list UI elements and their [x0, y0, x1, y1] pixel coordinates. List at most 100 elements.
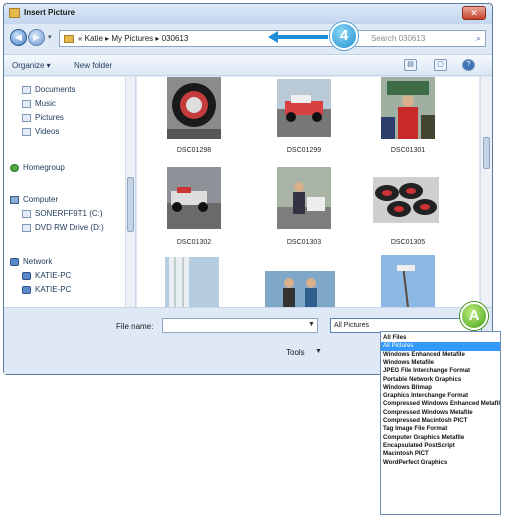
network-icon	[10, 257, 19, 266]
nav-item-label: Pictures	[35, 113, 64, 122]
nav-item-documents[interactable]: Documents	[22, 85, 75, 94]
file-type-option[interactable]: Windows Bitmap	[381, 384, 500, 392]
file-name-label: DSC01302	[176, 239, 212, 246]
file-type-option-selected[interactable]: All Pictures	[381, 342, 500, 351]
file-thumbnail-4[interactable]	[167, 167, 221, 229]
file-thumbnail-8[interactable]	[265, 271, 335, 307]
word-icon	[9, 8, 20, 18]
nav-item-label: DVD RW Drive (D:)	[35, 223, 104, 232]
file-thumbnail-7[interactable]	[165, 257, 219, 307]
music-icon	[22, 99, 31, 108]
file-list: DSC01298 DSC01299 DSC01301 DSC01302 DSC0…	[137, 77, 479, 307]
nav-item-music[interactable]: Music	[22, 99, 56, 108]
nav-item-drive-d[interactable]: DVD RW Drive (D:)	[22, 223, 104, 232]
file-thumbnail-3[interactable]	[381, 77, 435, 139]
nav-scrollbar[interactable]	[125, 77, 135, 307]
file-name-label: DSC01298	[176, 147, 212, 154]
breadcrumb[interactable]: « Katie ▸ My Pictures ▸ 030613	[78, 34, 188, 43]
toolbar: Organize ▾ New folder ▤ ▢ ?	[4, 54, 492, 76]
file-name-dropdown-icon[interactable]: ▼	[308, 321, 315, 328]
file-name-label: DSC01301	[390, 147, 426, 154]
file-thumbnail-6[interactable]	[373, 177, 439, 223]
file-type-option[interactable]: Compressed Windows Enhanced Metafile	[381, 400, 500, 408]
file-type-option[interactable]: Windows Metafile	[381, 359, 500, 367]
file-type-option[interactable]: Windows Enhanced Metafile	[381, 351, 500, 359]
drive-icon	[22, 209, 31, 218]
nav-item-label: KATIE-PC	[35, 285, 72, 294]
nav-item-label: Music	[35, 99, 56, 108]
nav-item-homegroup[interactable]: Homegroup	[10, 163, 65, 172]
file-type-option[interactable]: Compressed Macintosh PICT	[381, 417, 500, 425]
file-list-scrollbar[interactable]	[480, 77, 492, 307]
nav-item-label: Videos	[35, 127, 60, 136]
file-thumbnail-9[interactable]	[381, 255, 435, 307]
preview-pane-icon[interactable]: ▢	[434, 59, 447, 71]
file-type-option[interactable]: Tag Image File Format	[381, 425, 500, 433]
file-type-option[interactable]: Computer Graphics Metafile	[381, 434, 500, 442]
file-name-label: File name:	[116, 322, 154, 331]
help-icon[interactable]: ?	[462, 59, 475, 71]
file-type-dropdown-list: All Files All Pictures Windows Enhanced …	[380, 331, 501, 515]
nav-item-katie-pc-1[interactable]: KATIE-PC	[22, 271, 71, 280]
nav-item-label: Computer	[23, 195, 59, 204]
pc-icon	[22, 271, 31, 280]
nav-item-label: Homegroup	[23, 163, 65, 172]
sky-photo	[381, 255, 435, 307]
callout-arrow	[276, 35, 328, 39]
navigation-pane: Documents Music Pictures Videos Homegrou…	[4, 77, 136, 307]
search-icon[interactable]: ⌕	[476, 33, 481, 44]
close-button[interactable]: ✕	[462, 6, 486, 20]
pictures-icon	[22, 113, 31, 122]
building-photo	[165, 257, 219, 307]
back-button[interactable]: ◀	[10, 29, 27, 46]
dialog-title: Insert Picture	[24, 8, 76, 17]
file-type-option[interactable]: WordPerfect Graphics	[381, 459, 500, 467]
pit-lane-photo	[167, 167, 221, 229]
documents-icon	[22, 85, 31, 94]
nav-item-computer[interactable]: Computer	[10, 195, 58, 204]
search-placeholder: Search 030613	[371, 34, 426, 43]
nav-scroll-thumb[interactable]	[127, 177, 134, 232]
nav-item-drive-c[interactable]: SONERFF9T1 (C:)	[22, 209, 103, 218]
file-thumbnail-5[interactable]	[277, 167, 331, 229]
tires-stack-photo	[373, 177, 439, 223]
nav-item-label: SONERFF9T1 (C:)	[35, 209, 103, 218]
address-row: ◀ ▶ ▾ « Katie ▸ My Pictures ▸ 030613 Sea…	[4, 26, 492, 52]
file-type-option[interactable]: Macintosh PICT	[381, 450, 500, 458]
file-type-option[interactable]: JPEG File Interchange Format	[381, 367, 500, 375]
nav-item-katie-pc-2[interactable]: KATIE-PC	[22, 285, 71, 294]
forward-button[interactable]: ▶	[28, 29, 45, 46]
crew-photo	[277, 167, 331, 229]
file-thumbnail-2[interactable]	[277, 79, 331, 137]
file-list-scroll-thumb[interactable]	[483, 137, 490, 169]
file-type-option[interactable]: Portable Network Graphics	[381, 376, 500, 384]
tools-button[interactable]: Tools	[286, 348, 305, 357]
nav-item-pictures[interactable]: Pictures	[22, 113, 64, 122]
new-folder-button[interactable]: New folder	[74, 61, 112, 70]
views-icon[interactable]: ▤	[404, 59, 417, 71]
homegroup-icon	[10, 163, 19, 172]
file-type-option[interactable]: Compressed Windows Metafile	[381, 409, 500, 417]
nav-item-label: Documents	[35, 85, 76, 94]
nav-item-network[interactable]: Network	[10, 257, 52, 266]
search-input[interactable]: Search 030613 ⌕	[344, 30, 486, 47]
computer-icon	[10, 195, 19, 204]
nav-item-label: KATIE-PC	[35, 271, 72, 280]
file-thumbnail-1[interactable]	[167, 77, 221, 139]
organize-button[interactable]: Organize ▾	[12, 61, 51, 70]
step-4-callout: 4	[330, 22, 358, 50]
file-name-input[interactable]	[162, 318, 318, 333]
nav-item-videos[interactable]: Videos	[22, 127, 59, 136]
pc-icon	[22, 285, 31, 294]
file-type-option[interactable]: All Files	[381, 334, 500, 342]
file-type-option[interactable]: Graphics Interchange Format	[381, 392, 500, 400]
recent-locations-dropdown[interactable]: ▾	[48, 33, 52, 41]
marker-a-callout: A	[460, 302, 488, 330]
file-name-label: DSC01305	[390, 239, 426, 246]
file-name-label: DSC01303	[286, 239, 322, 246]
people-photo	[265, 271, 335, 307]
racecar-photo	[277, 79, 331, 137]
videos-icon	[22, 127, 31, 136]
tools-dropdown-icon[interactable]: ▼	[315, 348, 322, 355]
file-type-option[interactable]: Encapsulated PostScript	[381, 442, 500, 450]
